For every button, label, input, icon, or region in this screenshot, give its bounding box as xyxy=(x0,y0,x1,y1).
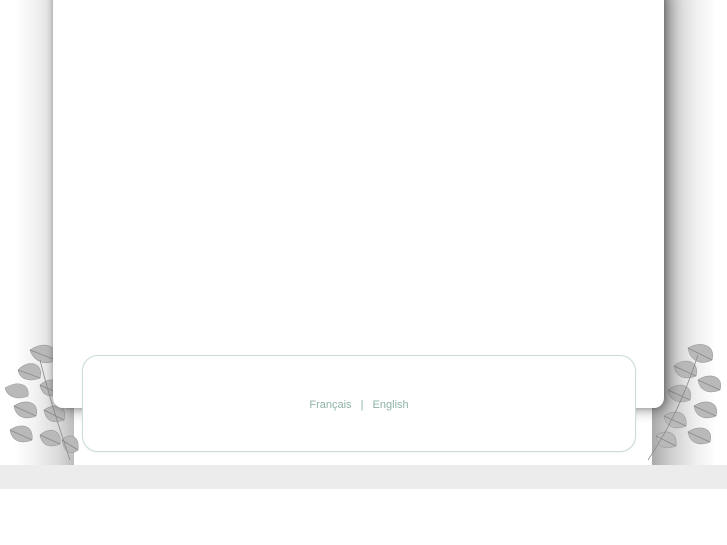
language-link-english[interactable]: English xyxy=(373,399,409,411)
language-separator: | xyxy=(360,399,364,411)
language-switcher: Français | English xyxy=(83,399,635,411)
language-link-francais[interactable]: Français xyxy=(309,399,351,411)
bottom-band xyxy=(0,465,727,489)
content-panel xyxy=(53,0,664,408)
page: Français | English xyxy=(0,0,727,545)
footer-card: Français | English xyxy=(82,355,636,452)
